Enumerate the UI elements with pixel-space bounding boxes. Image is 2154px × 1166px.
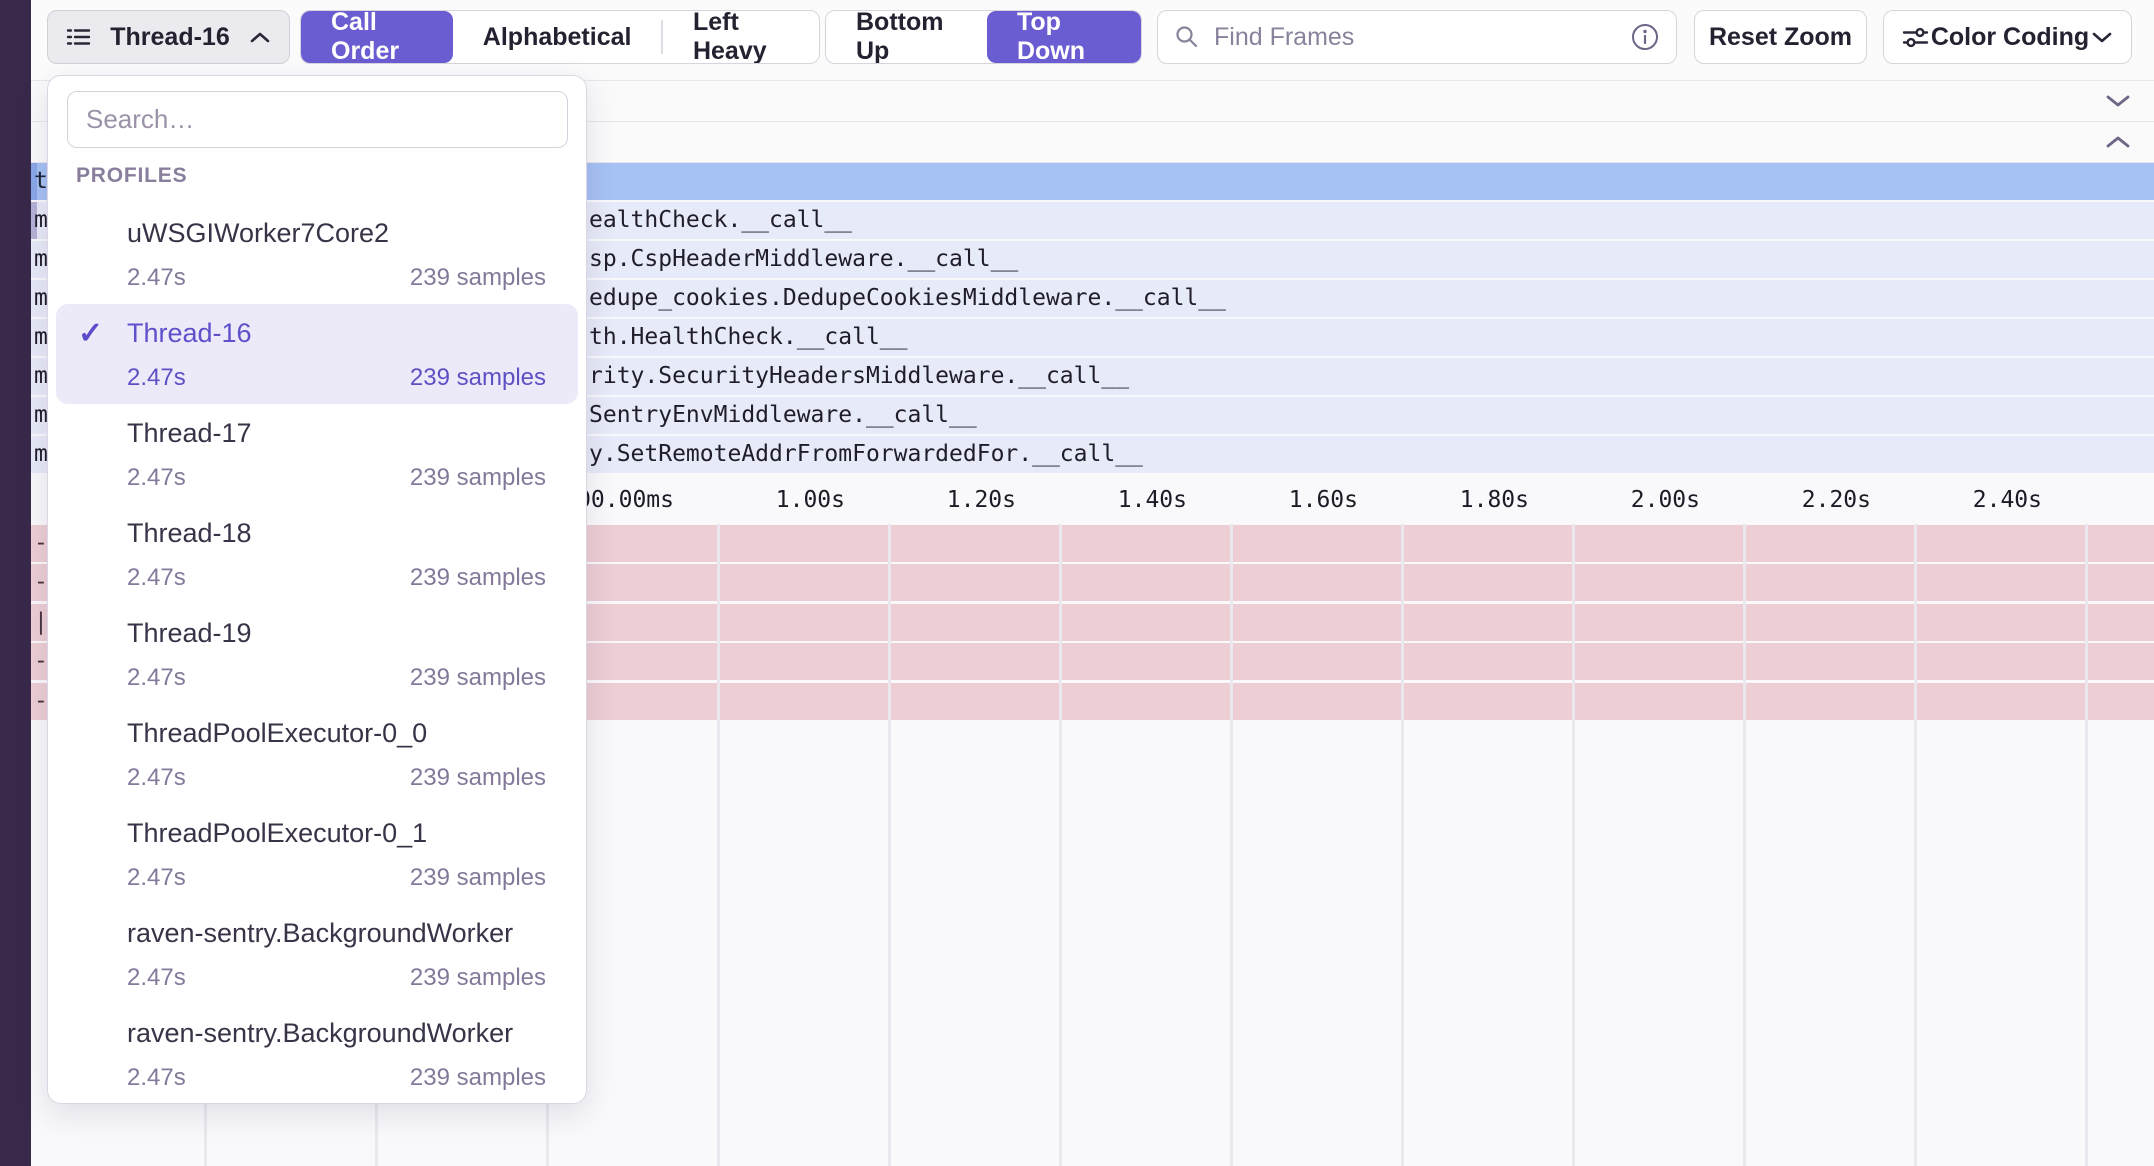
profile-name: Thread-16	[127, 318, 252, 349]
profiles-section-label: PROFILES	[76, 164, 187, 188]
profile-name: raven-sentry.BackgroundWorker	[127, 918, 513, 949]
sort-order-segmented-control: Call Order Alphabetical Left Heavy	[300, 10, 820, 64]
thread-selector-dropdown: PROFILES uWSGIWorker7Core2 2.47s 239 sampl…	[47, 75, 587, 1104]
profile-duration: 2.47s	[127, 564, 186, 592]
profile-sample-count: 239 samples	[410, 964, 546, 992]
profile-sample-count: 239 samples	[410, 264, 546, 292]
profile-option-thread-19-4[interactable]: Thread-19 2.47s 239 samples	[56, 604, 578, 704]
color-coding-label: Color Coding	[1931, 23, 2089, 52]
profiler-flamegraph-page: Thread-16 Call Order Alphabetical Left H…	[0, 0, 2154, 1166]
profile-option-thread-17-2[interactable]: Thread-17 2.47s 239 samples	[56, 404, 578, 504]
profile-duration: 2.47s	[127, 964, 186, 992]
frame-text-glimpse: m	[34, 280, 48, 317]
frame-text-glimpse: -	[34, 643, 48, 680]
frame-text-glimpse: -	[34, 564, 48, 601]
frame-text: SentryEnvMiddleware.__call__	[589, 397, 977, 434]
profile-sample-count: 239 samples	[410, 464, 546, 492]
time-axis-tick: 2.40s	[1805, 487, 2042, 513]
sliders-icon	[1902, 26, 1929, 49]
direction-segmented-control: Bottom Up Top Down	[825, 10, 1142, 64]
frame-text-glimpse: -	[34, 525, 48, 562]
chevron-up-icon	[249, 31, 271, 44]
profiles-search-input[interactable]	[67, 91, 568, 148]
profile-duration: 2.47s	[127, 864, 186, 892]
profile-option-raven-sentry-backgroundworker-7[interactable]: raven-sentry.BackgroundWorker 2.47s 239 sa…	[56, 904, 578, 1004]
find-frames-input[interactable]	[1212, 22, 1630, 53]
profile-sample-count: 239 samples	[410, 564, 546, 592]
profile-option-threadpoolexecutor-0-1-6[interactable]: ThreadPoolExecutor-0_1 2.47s 239 samples	[56, 804, 578, 904]
tab-call-order[interactable]: Call Order	[301, 11, 453, 63]
frame-text-glimpse: m	[34, 358, 48, 395]
color-coding-button[interactable]: Color Coding	[1883, 10, 2132, 64]
chevron-down-icon	[2091, 31, 2113, 44]
reset-zoom-label: Reset Zoom	[1709, 23, 1852, 52]
profile-duration: 2.47s	[127, 464, 186, 492]
profile-option-uwsgiworker7core2-0[interactable]: uWSGIWorker7Core2 2.47s 239 samples	[56, 204, 578, 304]
gridline	[2085, 524, 2088, 1166]
tab-left-heavy[interactable]: Left Heavy	[663, 11, 819, 63]
profile-name: Thread-17	[127, 418, 252, 449]
frame-text-glimpse: m	[34, 202, 48, 239]
profile-sample-count: 239 samples	[410, 364, 546, 392]
thread-selector-button[interactable]: Thread-16	[47, 10, 290, 64]
profile-sample-count: 239 samples	[410, 664, 546, 692]
chevron-down-icon[interactable]	[2104, 93, 2132, 109]
frame-text-glimpse: m	[34, 319, 48, 356]
profile-duration: 2.47s	[127, 1064, 186, 1092]
gridline	[1572, 524, 1575, 1166]
profile-name: raven-sentry.BackgroundWorker	[127, 1018, 513, 1049]
thread-selector-label: Thread-16	[110, 23, 229, 52]
frame-text-glimpse: m	[34, 241, 48, 278]
frame-text-glimpse: t	[34, 163, 48, 200]
frame-text-glimpse: m	[34, 436, 48, 473]
gridline	[1914, 524, 1917, 1166]
profile-option-raven-sentry-backgroundworker-8[interactable]: raven-sentry.BackgroundWorker 2.47s 239 sa…	[56, 1004, 578, 1104]
info-icon[interactable]	[1630, 22, 1660, 52]
profile-name: ThreadPoolExecutor-0_0	[127, 718, 427, 749]
tab-bottom-up[interactable]: Bottom Up	[826, 11, 987, 63]
tab-alphabetical[interactable]: Alphabetical	[453, 11, 662, 63]
profile-sample-count: 239 samples	[410, 864, 546, 892]
profile-name: Thread-18	[127, 518, 252, 549]
flamegraph-toolbar: Thread-16 Call Order Alphabetical Left H…	[31, 0, 2154, 81]
frame-text: th.HealthCheck.__call__	[589, 319, 908, 356]
frame-text: y.SetRemoteAddrFromForwardedFor.__call__	[589, 436, 1143, 473]
frame-text-glimpse: m	[34, 397, 48, 434]
profile-duration: 2.47s	[127, 664, 186, 692]
search-icon	[1174, 24, 1200, 50]
frame-text-glimpse: |	[34, 604, 48, 641]
app-left-rail	[0, 0, 31, 1166]
profile-duration: 2.47s	[127, 264, 186, 292]
gridline	[1230, 524, 1233, 1166]
gridline	[717, 524, 720, 1166]
gridline	[1059, 524, 1062, 1166]
profile-name: Thread-19	[127, 618, 252, 649]
profile-option-threadpoolexecutor-0-0-5[interactable]: ThreadPoolExecutor-0_0 2.47s 239 samples	[56, 704, 578, 804]
list-icon	[66, 26, 91, 48]
profile-duration: 2.47s	[127, 364, 186, 392]
gridline	[1401, 524, 1404, 1166]
chevron-up-icon[interactable]	[2104, 134, 2132, 150]
frame-text: ealthCheck.__call__	[589, 202, 852, 239]
find-frames-searchbox	[1157, 10, 1677, 64]
frame-text: rity.SecurityHeadersMiddleware.__call__	[589, 358, 1129, 395]
frame-text: edupe_cookies.DedupeCookiesMiddleware.__…	[589, 280, 1226, 317]
profile-name: uWSGIWorker7Core2	[127, 218, 389, 249]
profile-option-thread-16-1[interactable]: ✓ Thread-16 2.47s 239 samples	[56, 304, 578, 404]
gridline	[888, 524, 891, 1166]
profile-name: ThreadPoolExecutor-0_1	[127, 818, 427, 849]
frame-text: sp.CspHeaderMiddleware.__call__	[589, 241, 1018, 278]
profile-sample-count: 239 samples	[410, 764, 546, 792]
profile-option-thread-18-3[interactable]: Thread-18 2.47s 239 samples	[56, 504, 578, 604]
profile-duration: 2.47s	[127, 764, 186, 792]
reset-zoom-button[interactable]: Reset Zoom	[1694, 10, 1867, 64]
frame-text-glimpse: -	[34, 683, 48, 720]
gridline	[1743, 524, 1746, 1166]
profile-sample-count: 239 samples	[410, 1064, 546, 1092]
tab-top-down[interactable]: Top Down	[987, 11, 1141, 63]
checkmark-icon: ✓	[78, 316, 103, 351]
